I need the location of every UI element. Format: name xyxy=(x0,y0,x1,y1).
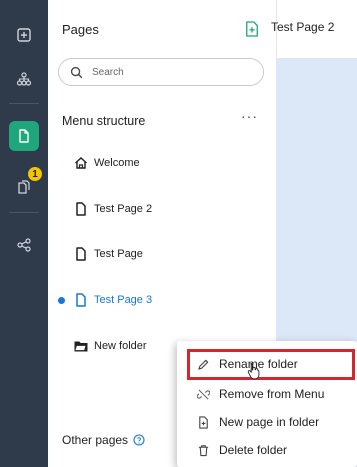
page-icon xyxy=(76,202,86,216)
tree-item-label: Test Page 2 xyxy=(94,203,153,215)
tree-item-new-folder[interactable]: New folder xyxy=(74,336,147,356)
more-options-button[interactable]: ··· xyxy=(241,108,258,124)
tree-item-label: Test Page xyxy=(94,248,143,260)
new-page-icon xyxy=(199,415,208,429)
help-icon[interactable] xyxy=(133,434,145,446)
tree-item-test-page-2[interactable]: Test Page 2 xyxy=(74,199,152,219)
menu-item-delete-folder[interactable]: Delete folder xyxy=(177,438,357,462)
unlink-icon xyxy=(197,388,210,400)
panel-title: Pages xyxy=(62,22,99,37)
folder-context-menu: Rename folder Remove from Menu New page … xyxy=(177,341,357,467)
search-input[interactable] xyxy=(92,66,242,78)
editor-tab-title[interactable]: Test Page 2 xyxy=(271,20,334,34)
trash-icon xyxy=(198,444,209,456)
menu-structure-title: Menu structure xyxy=(62,114,146,128)
menu-item-label: New page in folder xyxy=(219,415,320,429)
notification-badge: 1 xyxy=(27,166,43,182)
folder-icon xyxy=(74,341,88,352)
search-box[interactable] xyxy=(58,58,264,86)
plus-square-icon xyxy=(17,28,31,42)
tree-item-label: Welcome xyxy=(94,157,140,169)
other-pages-label: Other pages xyxy=(62,433,129,447)
home-icon xyxy=(75,157,87,169)
rail-share-button[interactable] xyxy=(9,230,39,260)
page-icon xyxy=(76,247,86,261)
rail-add-button[interactable] xyxy=(9,20,39,50)
share-icon xyxy=(17,238,31,252)
rename-highlight-box xyxy=(187,349,355,380)
menu-item-label: Delete folder xyxy=(219,443,288,457)
rail-divider xyxy=(9,103,39,104)
active-page-dot xyxy=(58,297,65,304)
menu-item-label: Remove from Menu xyxy=(219,387,325,401)
menu-item-new-page-in-folder[interactable]: New page in folder xyxy=(177,410,357,434)
tree-item-label: Test Page 3 xyxy=(94,294,153,306)
rail-pages-button[interactable] xyxy=(9,121,39,151)
left-rail: 1 xyxy=(0,0,48,467)
other-pages-header: Other pages xyxy=(62,433,145,447)
tree-item-welcome[interactable]: Welcome xyxy=(74,153,140,173)
add-page-icon xyxy=(246,21,258,37)
tree-item-test-page[interactable]: Test Page xyxy=(74,244,143,264)
page-icon xyxy=(19,129,29,143)
tree-item-test-page-3[interactable]: Test Page 3 xyxy=(74,290,152,310)
rail-sitemap-button[interactable] xyxy=(9,64,39,94)
add-page-button[interactable] xyxy=(244,20,260,38)
hand-cursor-icon xyxy=(247,363,260,380)
page-icon xyxy=(76,293,86,307)
menu-item-remove-from-menu[interactable]: Remove from Menu xyxy=(177,382,357,406)
sitemap-icon xyxy=(16,72,32,86)
rail-divider xyxy=(9,212,39,213)
search-icon xyxy=(70,66,83,78)
tree-item-label: New folder xyxy=(94,340,147,352)
files-icon xyxy=(18,180,30,194)
